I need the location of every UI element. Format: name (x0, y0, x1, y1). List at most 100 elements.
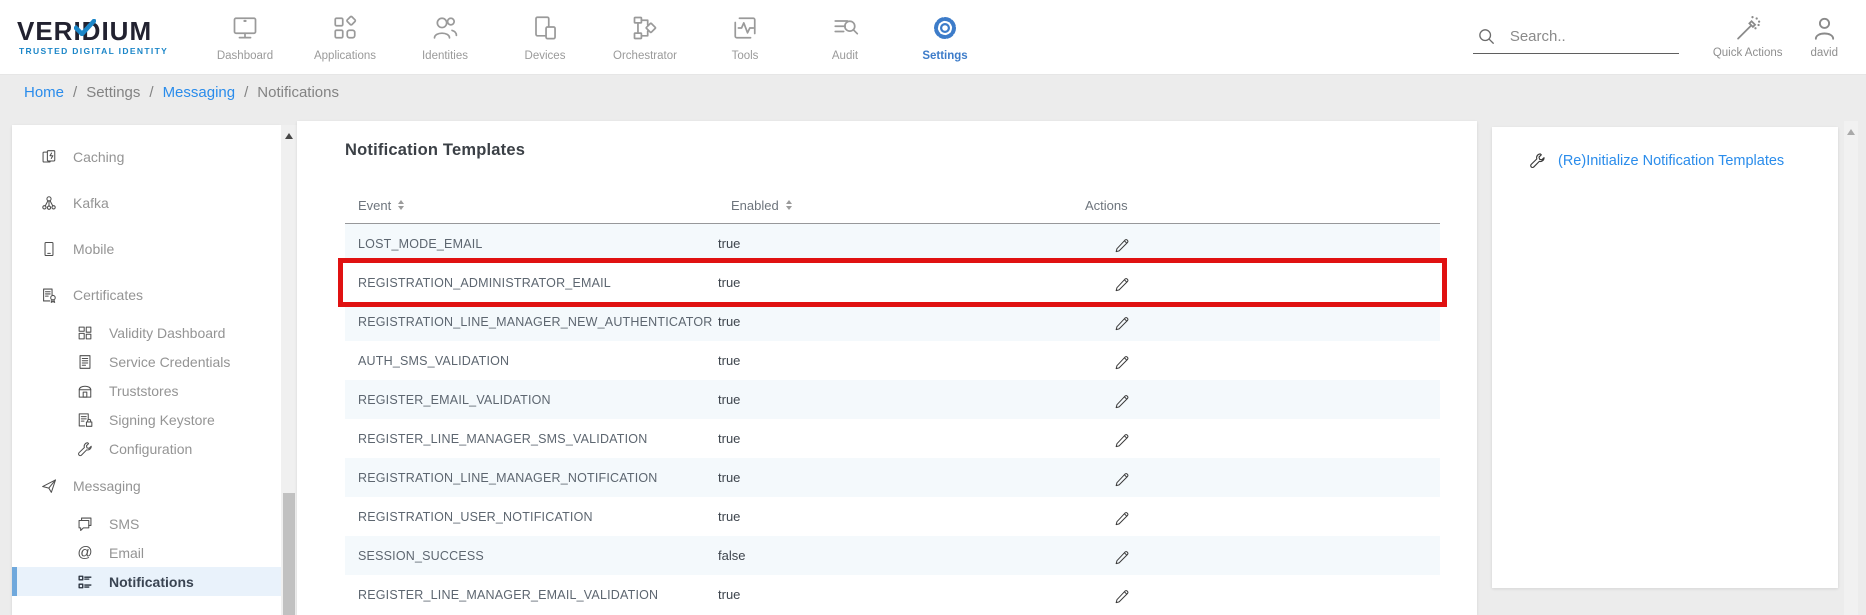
column-header-event[interactable]: Event (345, 198, 718, 213)
nav-item-applications[interactable]: Applications (295, 0, 395, 74)
edit-pencil-icon[interactable] (1113, 391, 1440, 409)
logo-tagline: TRUSTED DIGITAL IDENTITY (17, 46, 195, 56)
edit-pencil-icon[interactable] (1113, 352, 1440, 370)
edit-pencil-icon[interactable] (1113, 430, 1440, 448)
column-header-actions-label: Actions (1085, 198, 1128, 213)
actions-side-panel: (Re)Initialize Notification Templates (1492, 127, 1838, 588)
sidebar-item-service-credentials[interactable]: Service Credentials (12, 347, 281, 376)
quick-actions-button[interactable]: Quick Actions (1713, 15, 1783, 59)
kafka-icon (40, 194, 58, 212)
breadcrumb: Home / Settings / Messaging / Notificati… (0, 75, 339, 109)
edit-pencil-icon[interactable] (1113, 274, 1440, 292)
column-header-actions: Actions (1085, 198, 1440, 213)
enabled-cell: true (718, 236, 1085, 251)
sidebar-item-messaging[interactable]: Messaging (12, 463, 281, 509)
table-row: REGISTRATION_LINE_MANAGER_NOTIFICATION t… (345, 458, 1440, 497)
notification-templates-table: Event Enabled Actions LOST_MODE_EMAIL tr… (345, 187, 1440, 614)
quick-actions-label: Quick Actions (1713, 47, 1783, 59)
sidebar-item-mobile[interactable]: Mobile (12, 226, 281, 272)
edit-pencil-icon[interactable] (1113, 469, 1440, 487)
nav-item-label: Settings (922, 50, 967, 62)
scroll-up-arrow-icon[interactable] (1847, 129, 1855, 135)
orchestrator-icon (630, 13, 660, 43)
sidebar-item-configuration[interactable]: Configuration (12, 434, 281, 463)
edit-pencil-icon[interactable] (1113, 313, 1440, 331)
event-cell: REGISTER_LINE_MANAGER_SMS_VALIDATION (345, 432, 718, 446)
sidebar-item-kafka[interactable]: Kafka (12, 180, 281, 226)
table-row: REGISTER_EMAIL_VALIDATION true (345, 380, 1440, 419)
nav-item-label: Dashboard (217, 50, 273, 62)
devices-icon (530, 13, 560, 43)
edit-pencil-icon[interactable] (1113, 586, 1440, 604)
enabled-cell: true (718, 509, 1085, 524)
dashboard-icon (230, 13, 260, 43)
breadcrumb-notifications: Notifications (257, 84, 339, 101)
validity-dashboard-icon (76, 324, 94, 342)
edit-pencil-icon[interactable] (1113, 235, 1440, 253)
scroll-up-arrow-icon[interactable] (285, 133, 293, 139)
column-header-enabled[interactable]: Enabled (718, 198, 1085, 213)
event-cell: AUTH_SMS_VALIDATION (345, 354, 718, 368)
certificates-icon (40, 286, 58, 304)
notifications-icon (76, 573, 94, 591)
nav-item-label: Audit (832, 50, 858, 62)
sidebar-item-signing-keystore[interactable]: Signing Keystore (12, 405, 281, 434)
reinitialize-templates-link[interactable]: (Re)Initialize Notification Templates (1558, 153, 1784, 169)
event-cell: REGISTER_LINE_MANAGER_EMAIL_VALIDATION (345, 588, 718, 602)
sidebar-item-certificates[interactable]: Certificates (12, 272, 281, 318)
sidebar-item-caching[interactable]: Caching (12, 134, 281, 180)
page-title: Notification Templates (345, 141, 1477, 160)
table-row: LOST_MODE_EMAIL true (345, 224, 1440, 263)
nav-item-tools[interactable]: Tools (695, 0, 795, 74)
settings-sidebar: Caching Kafka Mobile Certificates Validi… (12, 125, 281, 615)
nav-item-dashboard[interactable]: Dashboard (195, 0, 295, 74)
caching-icon (40, 148, 58, 166)
sidebar-scrollbar-thumb[interactable] (283, 493, 295, 615)
enabled-cell: false (718, 548, 1085, 563)
top-header: VERIDIUM TRUSTED DIGITAL IDENTITY Dashbo… (0, 0, 1866, 75)
edit-pencil-icon[interactable] (1113, 547, 1440, 565)
event-cell: REGISTRATION_LINE_MANAGER_NOTIFICATION (345, 471, 718, 485)
sidebar-item-label: Truststores (109, 383, 179, 399)
table-header-row: Event Enabled Actions (345, 187, 1440, 224)
search-input[interactable] (1508, 27, 1662, 46)
breadcrumb-messaging[interactable]: Messaging (163, 84, 236, 101)
enabled-cell: true (718, 353, 1085, 368)
sidebar-item-email[interactable]: @ Email (12, 538, 281, 567)
sidebar-list: Caching Kafka Mobile Certificates Validi… (12, 125, 281, 596)
notification-templates-panel: Notification Templates Event Enabled Act… (297, 121, 1477, 615)
nav-item-orchestrator[interactable]: Orchestrator (595, 0, 695, 74)
nav-item-audit[interactable]: Audit (795, 0, 895, 74)
page-scrollbar[interactable] (1844, 121, 1858, 615)
edit-pencil-icon[interactable] (1113, 508, 1440, 526)
audit-icon (830, 13, 860, 43)
settings-icon (930, 13, 960, 43)
column-header-enabled-label: Enabled (731, 198, 779, 213)
breadcrumb-separator: / (73, 84, 77, 101)
nav-item-devices[interactable]: Devices (495, 0, 595, 74)
logo-title: VERIDIUM (17, 18, 195, 44)
event-cell: REGISTRATION_USER_NOTIFICATION (345, 510, 718, 524)
table-row: REGISTRATION_ADMINISTRATOR_EMAIL true (345, 263, 1440, 302)
event-cell: LOST_MODE_EMAIL (345, 237, 718, 251)
sidebar-item-notifications[interactable]: Notifications (12, 567, 281, 596)
breadcrumb-separator: / (244, 84, 248, 101)
primary-nav: Dashboard Applications Identities Device… (195, 0, 995, 74)
nav-item-settings[interactable]: Settings (895, 0, 995, 74)
sidebar-item-label: Configuration (109, 441, 192, 457)
user-menu[interactable]: david (1811, 15, 1839, 59)
sidebar-item-validity-dashboard[interactable]: Validity Dashboard (12, 318, 281, 347)
sidebar-item-label: Certificates (73, 287, 143, 303)
breadcrumb-home[interactable]: Home (24, 84, 64, 101)
sidebar-item-label: Caching (73, 149, 124, 165)
breadcrumb-settings: Settings (86, 84, 140, 101)
user-name-label: david (1811, 47, 1839, 59)
nav-item-label: Tools (732, 50, 759, 62)
sidebar-item-label: Messaging (73, 478, 141, 494)
sidebar-item-truststores[interactable]: Truststores (12, 376, 281, 405)
sidebar-scrollbar[interactable] (281, 125, 297, 615)
nav-item-identities[interactable]: Identities (395, 0, 495, 74)
sidebar-item-sms[interactable]: SMS (12, 509, 281, 538)
event-cell: REGISTER_EMAIL_VALIDATION (345, 393, 718, 407)
tools-icon (730, 13, 760, 43)
